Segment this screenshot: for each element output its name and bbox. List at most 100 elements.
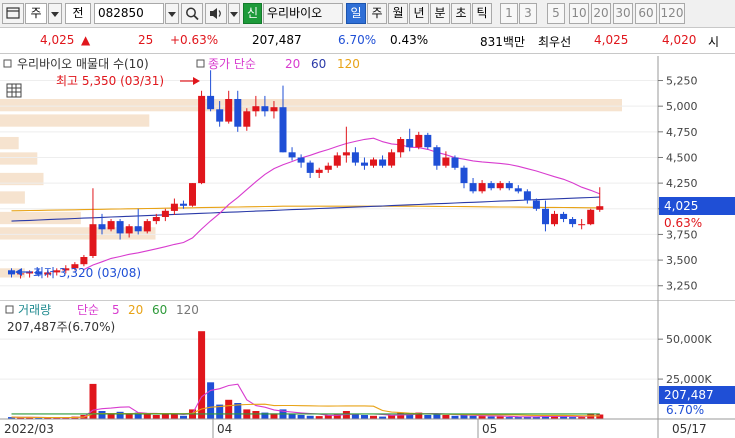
candle[interactable] [324, 165, 332, 170]
candle[interactable] [388, 152, 396, 166]
volume-bar[interactable] [152, 415, 160, 419]
candle[interactable] [578, 224, 586, 226]
volume-bar[interactable] [351, 414, 359, 419]
interval-tab-5[interactable]: 5 [547, 3, 565, 24]
volume-bar[interactable] [143, 414, 151, 419]
candle[interactable] [288, 152, 296, 158]
period-tab-3[interactable]: 년 [409, 3, 429, 24]
candle[interactable] [80, 257, 88, 265]
candle[interactable] [134, 226, 142, 232]
candle[interactable] [315, 169, 323, 173]
volume-bar[interactable] [161, 414, 169, 419]
candle[interactable] [207, 95, 215, 110]
candle[interactable] [487, 183, 495, 189]
candle[interactable] [587, 209, 595, 225]
candle[interactable] [8, 270, 15, 275]
window-icon[interactable] [2, 3, 24, 24]
candle[interactable] [89, 224, 97, 256]
candle[interactable] [351, 152, 359, 163]
candle[interactable] [551, 213, 558, 225]
candle[interactable] [361, 162, 368, 166]
interval-tab-120[interactable]: 120 [659, 3, 685, 24]
period-tab-4[interactable]: 분 [430, 3, 450, 24]
candle[interactable] [560, 213, 568, 219]
volume-bar[interactable] [116, 411, 124, 419]
candle[interactable] [397, 139, 405, 153]
candle[interactable] [216, 109, 224, 122]
code-dropdown-icon[interactable] [165, 3, 179, 24]
candle[interactable] [234, 99, 242, 127]
candle[interactable] [297, 157, 305, 163]
candle[interactable] [152, 217, 160, 222]
candle[interactable] [569, 219, 577, 225]
candle[interactable] [180, 203, 187, 206]
volume-bar[interactable] [297, 415, 305, 419]
market-selector[interactable]: 주 [25, 3, 47, 24]
market-dropdown-icon[interactable] [48, 3, 62, 24]
interval-tab-1[interactable]: 1 [500, 3, 518, 24]
search-icon[interactable] [181, 3, 203, 24]
stock-code-input[interactable]: 082850 [94, 3, 164, 24]
interval-tab-3[interactable]: 3 [519, 3, 537, 24]
volume-bar[interactable] [225, 399, 233, 419]
candle[interactable] [116, 221, 124, 234]
candle[interactable] [406, 139, 414, 148]
candle[interactable] [161, 210, 169, 217]
candle[interactable] [333, 155, 341, 166]
candle[interactable] [433, 147, 441, 166]
candle[interactable] [342, 152, 350, 156]
period-tab-6[interactable]: 틱 [472, 3, 492, 24]
candle[interactable] [379, 159, 387, 166]
candle[interactable] [596, 206, 604, 210]
speaker-dropdown-icon[interactable] [228, 3, 240, 24]
candle[interactable] [460, 167, 468, 184]
candle[interactable] [252, 106, 260, 112]
candle[interactable] [496, 183, 504, 189]
interval-tab-30[interactable]: 30 [613, 3, 633, 24]
candle[interactable] [523, 191, 531, 201]
volume-bar[interactable] [107, 414, 115, 419]
volume-chart[interactable]: 50,000K 25,000K 207,487 6.70% 거래량 단순 5 20… [0, 300, 735, 438]
candle[interactable] [98, 224, 106, 230]
candle[interactable] [107, 221, 115, 230]
volume-bar[interactable] [98, 411, 106, 419]
volume-bar[interactable] [324, 415, 332, 420]
candle[interactable] [424, 134, 432, 148]
volume-bar[interactable] [433, 414, 441, 419]
period-tab-5[interactable]: 초 [451, 3, 471, 24]
candle[interactable] [279, 107, 287, 153]
volume-bar[interactable] [252, 411, 260, 419]
speaker-icon[interactable] [205, 3, 227, 24]
stock-search-button[interactable]: 전 [65, 3, 91, 24]
interval-tab-20[interactable]: 20 [591, 3, 611, 24]
candle[interactable] [270, 107, 278, 112]
candle[interactable] [451, 157, 459, 168]
candle[interactable] [189, 183, 196, 206]
candle[interactable] [125, 226, 133, 234]
price-chart[interactable]: 5,2505,0004,7504,5004,2504,0003,7503,500… [0, 56, 735, 300]
volume-bar[interactable] [361, 415, 368, 419]
table-icon[interactable] [6, 83, 22, 98]
interval-tab-10[interactable]: 10 [569, 3, 589, 24]
candle[interactable] [143, 221, 151, 232]
volume-bar[interactable] [424, 415, 432, 419]
candle[interactable] [415, 134, 423, 148]
candle[interactable] [442, 157, 450, 166]
volume-bar[interactable] [442, 415, 450, 419]
candle[interactable] [505, 183, 513, 189]
candle[interactable] [198, 95, 206, 184]
candle[interactable] [478, 183, 486, 192]
candle[interactable] [514, 188, 522, 192]
candle[interactable] [306, 162, 314, 173]
candle[interactable] [225, 99, 233, 122]
candle[interactable] [370, 159, 377, 166]
candle[interactable] [469, 183, 477, 192]
volume-bar[interactable] [288, 414, 296, 419]
candle[interactable] [261, 106, 269, 112]
period-tab-2[interactable]: 월 [388, 3, 408, 24]
period-tab-1[interactable]: 주 [367, 3, 387, 24]
candle[interactable] [170, 203, 178, 211]
volume-bar[interactable] [198, 331, 206, 419]
candle[interactable] [532, 200, 540, 209]
period-tab-0[interactable]: 일 [346, 3, 366, 24]
